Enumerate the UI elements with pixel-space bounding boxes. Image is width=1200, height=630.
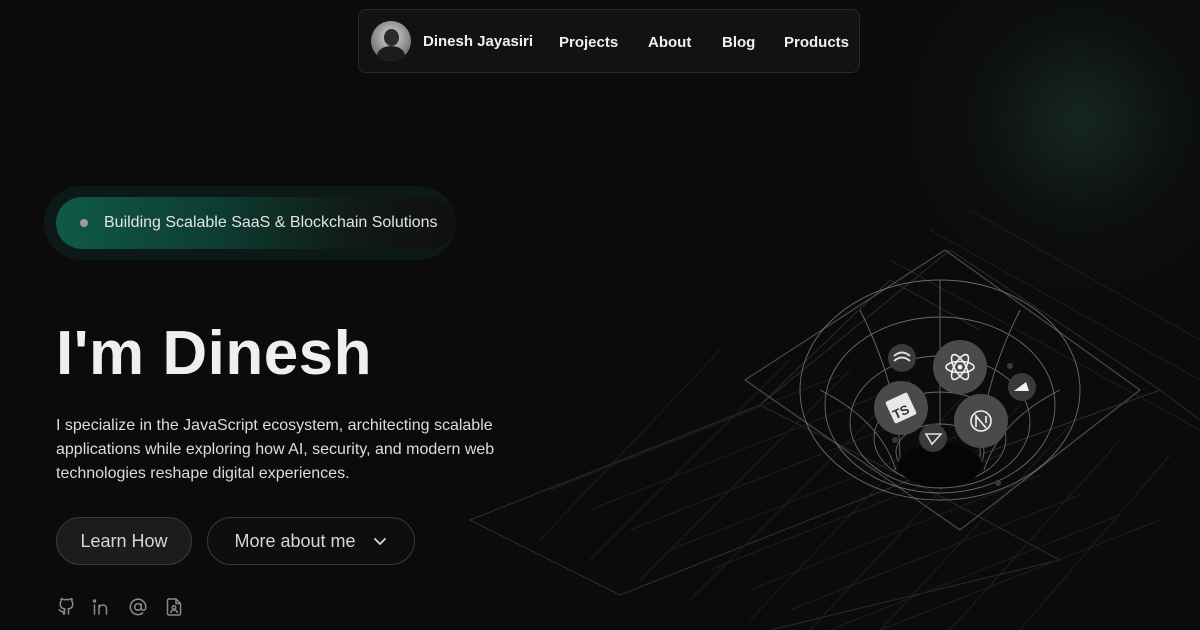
more-about-me-label: More about me xyxy=(234,530,356,551)
nav-link-blog[interactable]: Blog xyxy=(722,34,755,51)
hero-title: I'm Dinesh xyxy=(56,319,373,388)
nav-brand-name[interactable]: Dinesh Jayasiri xyxy=(423,33,533,50)
hero-description: I specialize in the JavaScript ecosystem… xyxy=(56,417,495,482)
at-sign-icon[interactable] xyxy=(128,597,148,617)
resume-icon[interactable] xyxy=(164,597,184,617)
vercel-icon xyxy=(1008,373,1036,401)
tech-stack-illustration: TS xyxy=(468,209,1200,630)
typescript-icon: TS xyxy=(874,381,928,435)
status-dot-icon xyxy=(80,219,88,227)
chevron-down-icon xyxy=(373,538,386,545)
learn-how-label: Learn How xyxy=(80,530,168,551)
nextjs-icon xyxy=(954,394,1008,448)
nav-link-projects[interactable]: Projects xyxy=(559,34,618,51)
react-icon xyxy=(933,340,987,394)
nav-link-products[interactable]: Products xyxy=(784,34,849,51)
avatar[interactable] xyxy=(371,21,411,61)
badge-text: Building Scalable SaaS & Blockchain Solu… xyxy=(104,214,438,231)
top-navbar: Dinesh Jayasiri Projects About Blog Prod… xyxy=(358,9,860,73)
github-icon[interactable] xyxy=(56,597,76,617)
status-badge: Building Scalable SaaS & Blockchain Solu… xyxy=(56,197,456,249)
more-about-me-button[interactable]: More about me xyxy=(207,517,415,565)
nav-link-about[interactable]: About xyxy=(648,34,691,51)
linkedin-icon[interactable] xyxy=(92,597,112,617)
vite-icon xyxy=(919,424,947,452)
learn-how-button[interactable]: Learn How xyxy=(56,517,192,565)
tailwind-icon xyxy=(888,344,916,372)
